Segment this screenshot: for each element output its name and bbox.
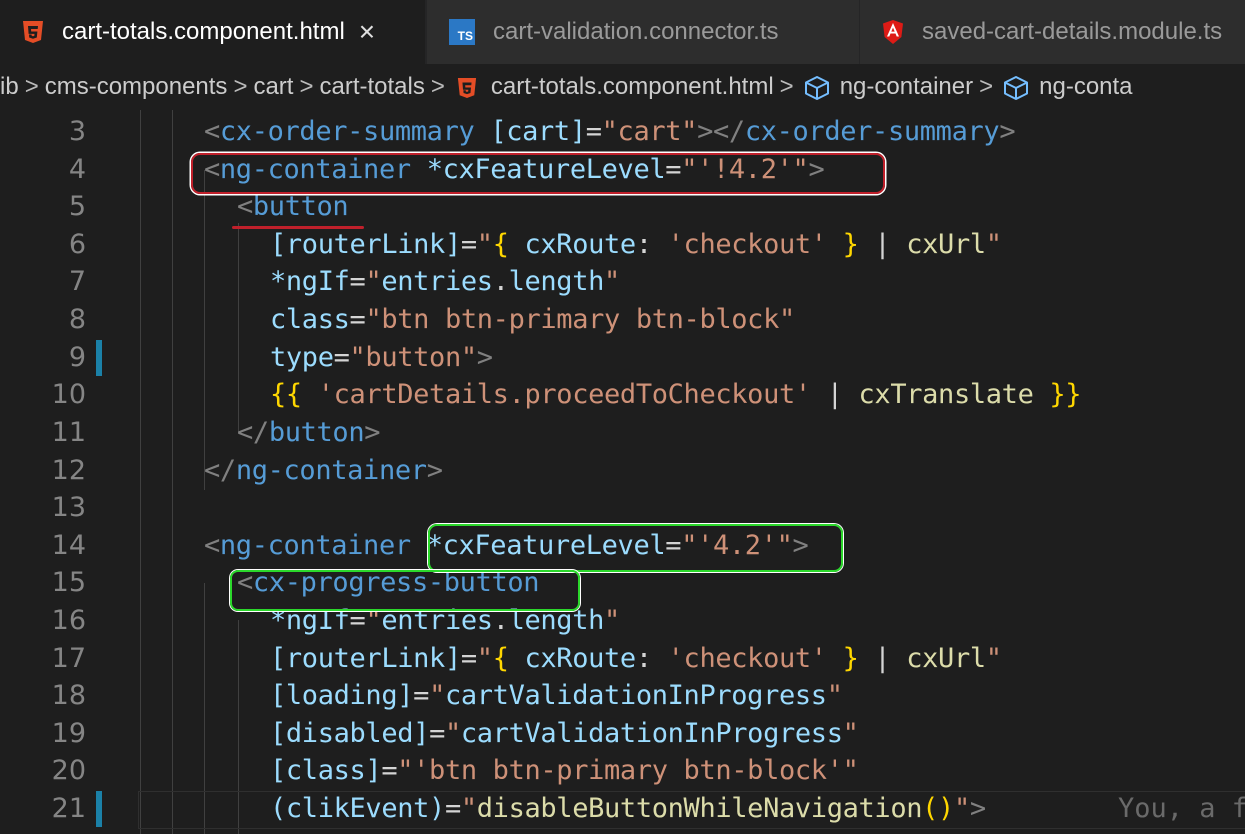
tab-cart-totals-component-html[interactable]: cart-totals.component.html ×: [0, 0, 425, 64]
editor-tab-bar: cart-totals.component.html × TS cart-val…: [0, 0, 1245, 64]
code-text: <cx-order-summary [cart]="cart"></cx-ord…: [204, 116, 1016, 147]
code-line: 12 </ng-container>: [0, 452, 1245, 490]
code-text: [disabled]="cartValidationInProgress": [270, 718, 859, 749]
code-line: 19 [disabled]="cartValidationInProgress": [0, 715, 1245, 753]
line-number: 14: [51, 530, 86, 561]
code-line: 21 (clikEvent)="disableButtonWhileNaviga…: [0, 790, 1245, 828]
breadcrumb-separator-icon: >: [430, 73, 445, 100]
line-number: 11: [51, 417, 86, 448]
html5-icon: [457, 77, 476, 98]
code-editor[interactable]: 3 <cx-order-summary [cart]="cart"></cx-o…: [0, 110, 1245, 834]
tab-label: cart-validation.connector.ts: [493, 18, 779, 45]
code-text: </button>: [237, 417, 381, 448]
code-text: *ngIf="entries.length": [270, 266, 620, 297]
angular-icon: [883, 20, 903, 44]
breadcrumb-item[interactable]: ib: [0, 64, 19, 110]
breadcrumb: ib > cms-components > cart > cart-totals > cart…: [0, 64, 1245, 110]
line-number: 12: [51, 455, 86, 486]
code-line: 3 <cx-order-summary [cart]="cart"></cx-o…: [0, 113, 1245, 151]
code-text: [loading]="cartValidationInProgress": [270, 680, 843, 711]
green-highlight-box: [428, 524, 843, 572]
code-line: 6 [routerLink]="{ cxRoute: 'checkout' } …: [0, 226, 1245, 264]
breadcrumb-separator-icon: >: [299, 73, 314, 100]
code-line: 13: [0, 489, 1245, 527]
breadcrumb-separator-icon: >: [24, 73, 39, 100]
line-number: 17: [51, 643, 86, 674]
breadcrumb-separator-icon: >: [979, 73, 994, 100]
code-text: type="button">: [270, 342, 493, 373]
code-line: 18 [loading]="cartValidationInProgress": [0, 677, 1245, 715]
code-line: 17 [routerLink]="{ cxRoute: 'checkout' }…: [0, 640, 1245, 678]
line-number: 10: [51, 379, 86, 410]
line-number: 16: [51, 605, 86, 636]
line-number: 4: [68, 154, 86, 185]
git-blame-inline-hint: You, a f: [1118, 793, 1245, 824]
green-highlight-box: [230, 570, 580, 611]
line-number: 8: [68, 304, 86, 335]
breadcrumb-item[interactable]: cms-components: [45, 64, 228, 110]
code-line: 9 type="button">: [0, 339, 1245, 377]
code-text: class="btn btn-primary btn-block": [270, 304, 795, 335]
code-text: </ng-container>: [204, 455, 443, 486]
line-number: 6: [68, 229, 86, 260]
code-line: 7 *ngIf="entries.length": [0, 263, 1245, 301]
code-line: 11 </button>: [0, 414, 1245, 452]
cube-icon: [1004, 75, 1029, 100]
line-number: 9: [68, 342, 86, 373]
code-text: (clikEvent)="disableButtonWhileNavigatio…: [270, 793, 986, 824]
line-number: 13: [51, 492, 86, 523]
cube-icon: [804, 75, 829, 100]
code-line: 10 {{ 'cartDetails.proceedToCheckout' | …: [0, 376, 1245, 414]
line-number: 3: [68, 116, 86, 147]
line-number: 15: [51, 567, 86, 598]
typescript-icon: TS: [449, 19, 475, 45]
breadcrumb-item[interactable]: cart: [253, 64, 293, 110]
code-line: 16 *ngIf="entries.length": [0, 602, 1245, 640]
breadcrumb-separator-icon: >: [779, 73, 794, 100]
breadcrumb-item[interactable]: cart-totals.component.html: [491, 64, 774, 110]
line-number: 7: [68, 266, 86, 297]
line-number: 18: [51, 680, 86, 711]
line-number: 21: [51, 793, 86, 824]
breadcrumb-separator-icon: >: [233, 73, 248, 100]
code-text: [routerLink]="{ cxRoute: 'checkout' } | …: [270, 229, 1002, 260]
code-line: 20 [class]="'btn btn-primary btn-block'": [0, 752, 1245, 790]
tab-cart-validation-connector-ts[interactable]: TS cart-validation.connector.ts: [426, 0, 859, 64]
code-text: [class]="'btn btn-primary btn-block'": [270, 755, 859, 786]
breadcrumb-item[interactable]: ng-conta: [1039, 64, 1132, 110]
code-text: {{ 'cartDetails.proceedToCheckout' | cxT…: [270, 379, 1082, 410]
line-number: 20: [51, 755, 86, 786]
red-highlight-box: [191, 153, 885, 194]
breadcrumb-item[interactable]: cart-totals: [319, 64, 424, 110]
html5-icon: [23, 21, 43, 43]
tab-label: cart-totals.component.html: [62, 18, 345, 45]
red-underline-mark: [232, 226, 364, 229]
tab-saved-cart-details-module-ts[interactable]: saved-cart-details.module.ts: [859, 0, 1245, 64]
breadcrumb-item[interactable]: ng-container: [840, 64, 973, 110]
code-line: 8 class="btn btn-primary btn-block": [0, 301, 1245, 339]
close-tab-icon[interactable]: ×: [359, 16, 375, 48]
tab-label: saved-cart-details.module.ts: [922, 18, 1223, 45]
line-number: 19: [51, 718, 86, 749]
code-text: [routerLink]="{ cxRoute: 'checkout' } | …: [270, 643, 1002, 674]
line-number: 5: [68, 191, 86, 222]
